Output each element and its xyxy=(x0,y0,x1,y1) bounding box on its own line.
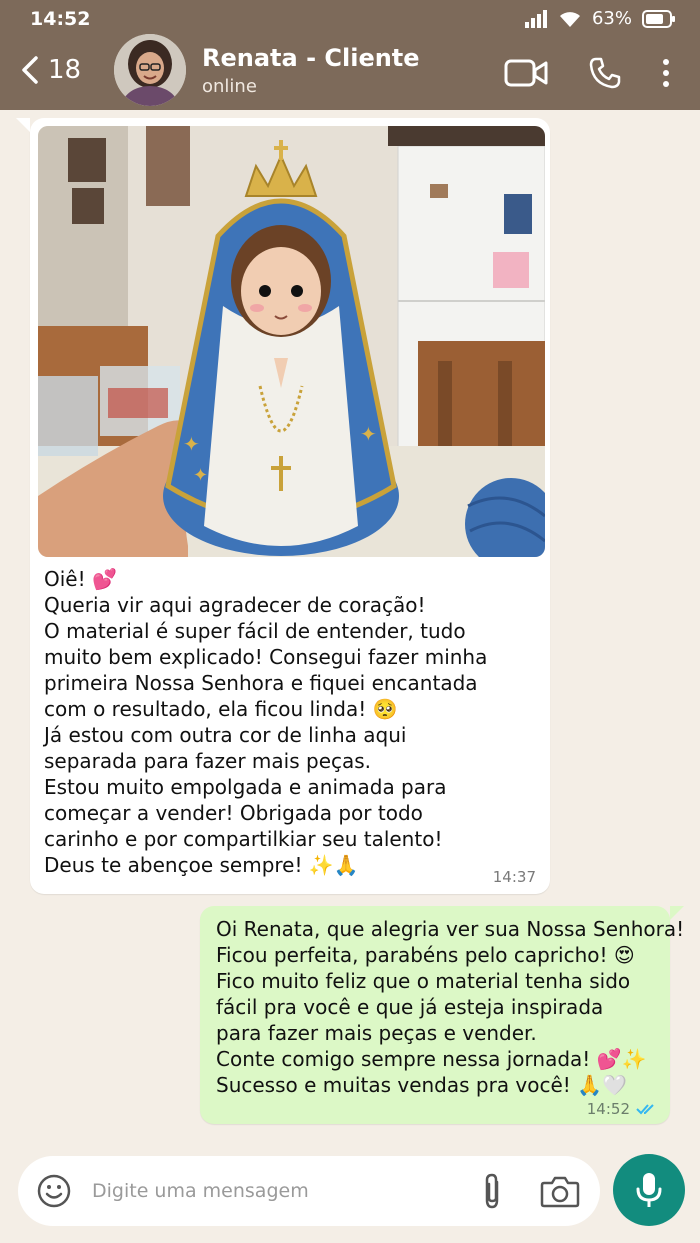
contact-status: online xyxy=(202,76,257,97)
video-call-icon[interactable] xyxy=(504,58,548,88)
composer: Digite uma mensagem xyxy=(0,1150,700,1243)
message-photo[interactable]: ✦ ✦ ✦ xyxy=(38,126,545,557)
mic-icon xyxy=(635,1171,663,1209)
emoji-icon[interactable] xyxy=(36,1173,72,1209)
outgoing-message[interactable]: Oi Renata, que alegria ver sua Nossa Sen… xyxy=(200,906,685,1124)
more-icon[interactable] xyxy=(662,58,670,88)
mic-button[interactable] xyxy=(613,1154,685,1226)
signal-icon xyxy=(524,9,548,28)
message-line: Fico muito feliz que o material tenha si… xyxy=(216,969,631,993)
back-button[interactable]: 18 xyxy=(20,55,81,85)
battery-percent: 63% xyxy=(591,8,632,29)
message-input[interactable]: Digite uma mensagem xyxy=(92,1180,309,1202)
status-bar: 14:52 63% xyxy=(0,0,700,40)
message-line: Conte comigo sempre nessa jornada! 💕✨ xyxy=(216,1047,647,1071)
message-line: Ficou perfeita, parabéns pelo capricho! … xyxy=(216,943,635,967)
svg-text:✦: ✦ xyxy=(360,422,377,446)
message-line: Sucesso e muitas vendas pra você! 🙏🤍 xyxy=(216,1073,627,1097)
svg-text:✦: ✦ xyxy=(183,432,200,456)
read-receipt-icon xyxy=(636,1102,658,1116)
message-line: para fazer mais peças e vender. xyxy=(216,1021,537,1045)
message-line: carinho e por compartilkiar seu talento! xyxy=(44,827,443,851)
message-line: Deus te abençoe sempre! ✨🙏 xyxy=(44,853,359,877)
message-input-box[interactable]: Digite uma mensagem xyxy=(18,1156,600,1226)
outgoing-timestamp: 14:52 xyxy=(586,1100,630,1118)
message-line: fácil pra você e que já esteja inspirada xyxy=(216,995,604,1019)
chat-header: 18 Renata - Cliente online xyxy=(0,34,700,110)
message-line: Oi Renata, que alegria ver sua Nossa Sen… xyxy=(216,917,685,941)
battery-icon xyxy=(642,9,676,28)
contact-name[interactable]: Renata - Cliente xyxy=(202,44,420,72)
outgoing-meta: 14:52 xyxy=(587,1100,658,1118)
message-line: Queria vir aqui agradecer de coração! xyxy=(44,593,426,617)
svg-text:✦: ✦ xyxy=(193,465,208,486)
message-line: separada para fazer mais peças. xyxy=(44,749,372,773)
outgoing-message-text: Oi Renata, que alegria ver sua Nossa Sen… xyxy=(216,916,685,1098)
status-time: 14:52 xyxy=(30,8,91,30)
message-line: O material é super fácil de entender, tu… xyxy=(44,619,466,643)
header-actions xyxy=(504,56,670,90)
message-line: muito bem explicado! Consegui fazer minh… xyxy=(44,645,488,669)
status-indicators: 63% xyxy=(524,8,676,29)
camera-icon[interactable] xyxy=(540,1174,580,1208)
incoming-message[interactable]: ✦ ✦ ✦ Oiê! 💕 Queria vir aqui agradecer d… xyxy=(16,118,550,894)
message-line: Estou muito empolgada e animada para xyxy=(44,775,447,799)
attach-icon[interactable] xyxy=(480,1172,504,1210)
chat-area[interactable]: ✦ ✦ ✦ Oiê! 💕 Queria vir aqui agradecer d… xyxy=(0,110,700,1150)
message-line: com o resultado, ela ficou linda! 🥺 xyxy=(44,697,398,721)
back-chevron-icon xyxy=(20,55,40,85)
incoming-timestamp: 14:37 xyxy=(492,868,536,886)
message-line: Já estou com outra cor de linha aqui xyxy=(44,723,407,747)
message-line: primeira Nossa Senhora e fiquei encantad… xyxy=(44,671,478,695)
wifi-icon xyxy=(558,10,582,28)
avatar[interactable] xyxy=(114,34,186,106)
message-line: Oiê! 💕 xyxy=(44,567,117,591)
incoming-message-text: Oiê! 💕 Queria vir aqui agradecer de cora… xyxy=(44,566,534,878)
unread-count: 18 xyxy=(48,55,82,85)
message-line: começar a vender! Obrigada por todo xyxy=(44,801,423,825)
phone-icon[interactable] xyxy=(588,56,622,90)
